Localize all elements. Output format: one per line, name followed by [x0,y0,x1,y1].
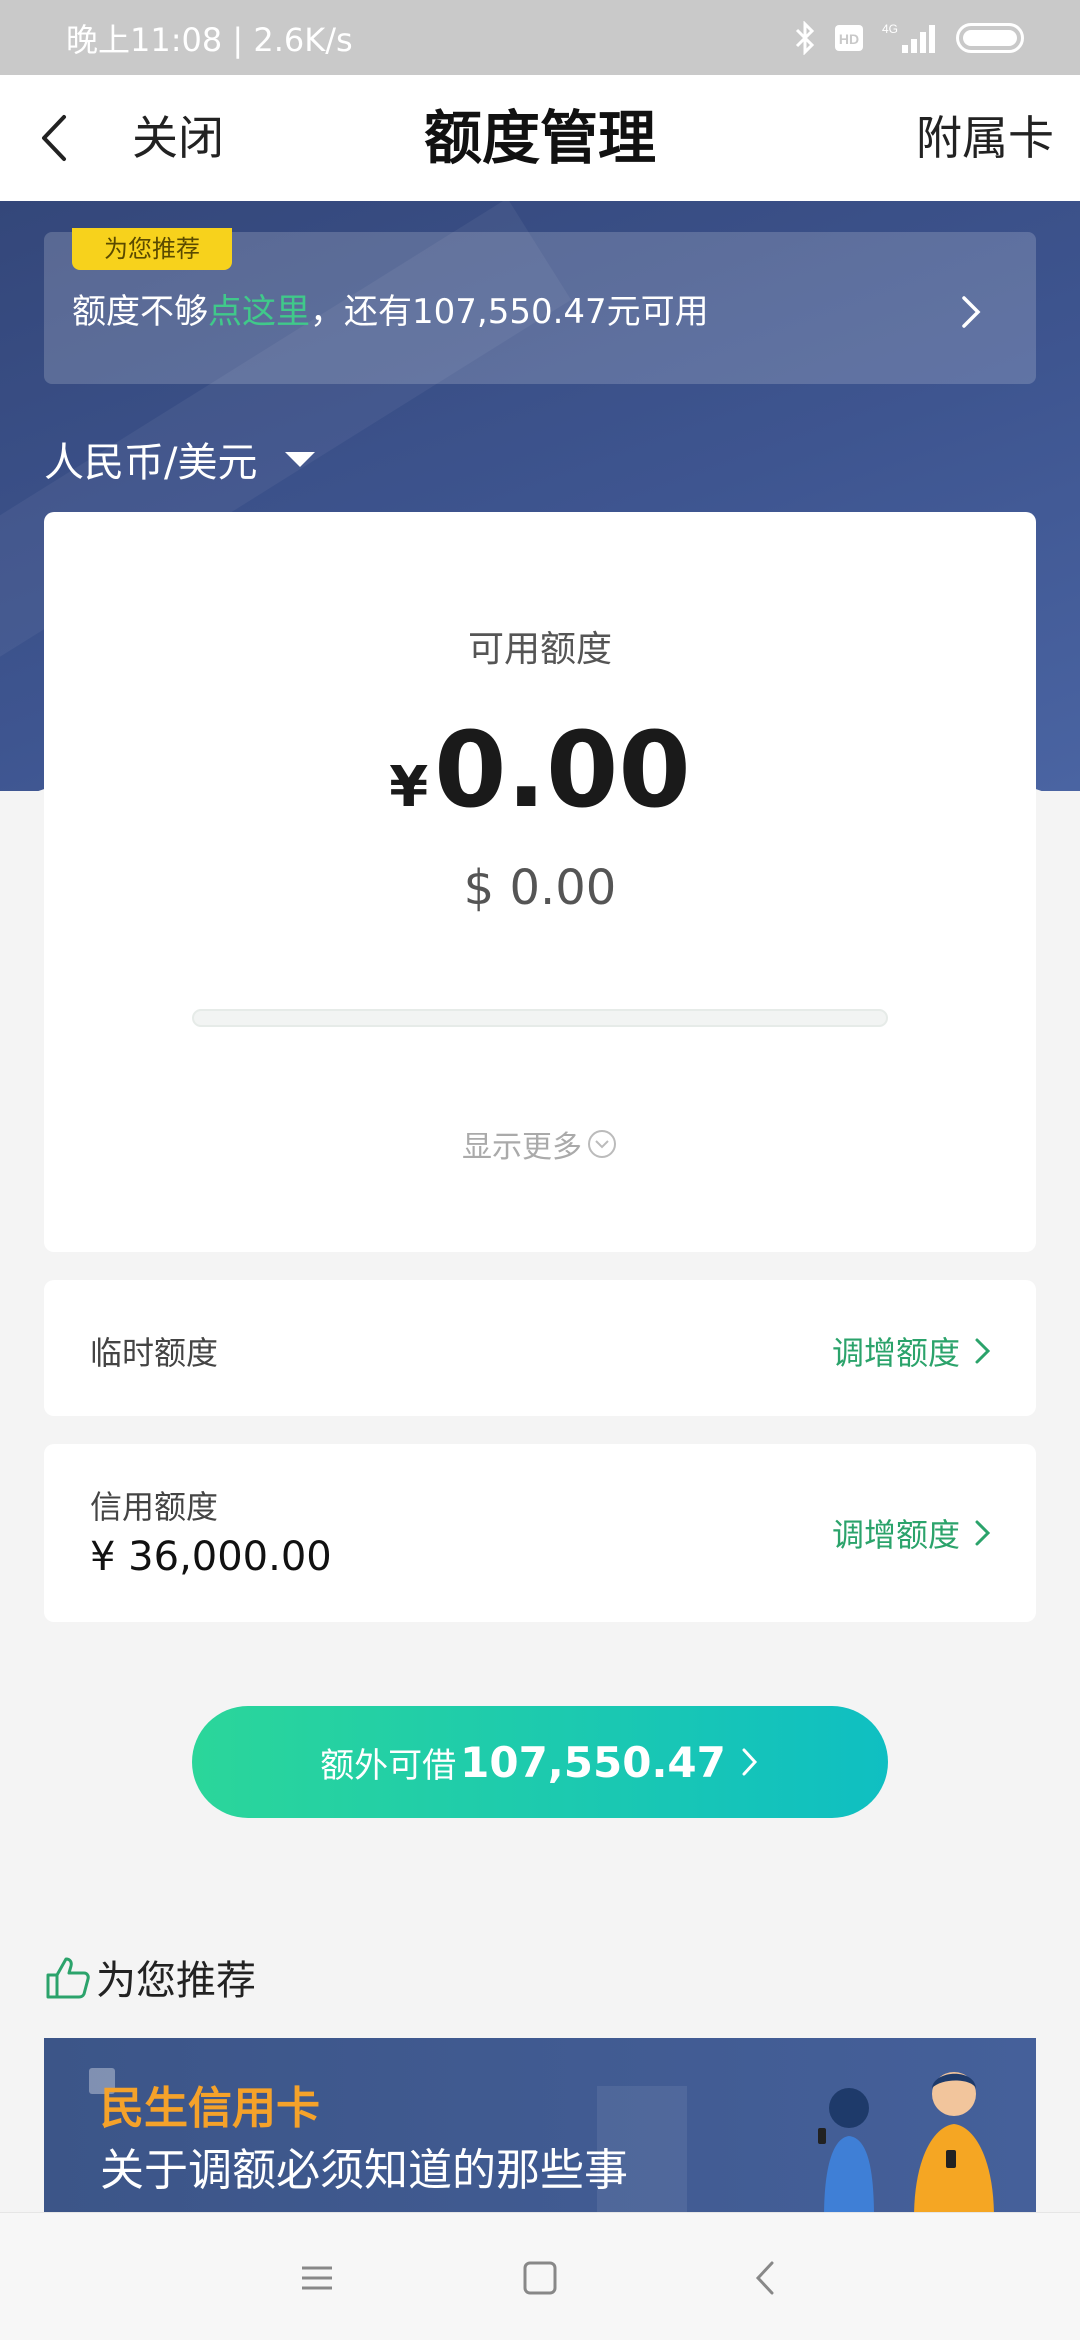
promo-text-before: 额度不够 [72,292,208,332]
available-limit-label: 可用额度 [467,629,612,670]
temporary-limit-row: 临时额度 调增额度 [44,1280,1036,1416]
battery-icon [956,22,1024,53]
chevron-right-icon [975,1520,991,1546]
recommend-badge: 为您推荐 [72,228,232,270]
chevron-down-circle-icon [588,1130,616,1158]
recommend-banner[interactable]: 民生信用卡 关于调额必须知道的那些事 [44,2038,1036,2212]
home-icon[interactable] [515,2253,565,2303]
extra-borrow-label: 额外可借 [320,1745,457,1786]
available-limit-amount: ¥0.00 [44,718,1036,851]
increase-credit-limit-button[interactable]: 调增额度 [832,1510,992,1556]
network-type-label: 4G [882,22,898,36]
caret-down-icon [285,451,316,467]
available-limit-value: 0.00 [434,709,691,831]
thumbs-up-icon [46,1957,90,1999]
menu-icon[interactable] [292,2253,342,2303]
limit-promo-banner[interactable]: 为您推荐 额度不够点这里，还有107,550.47元可用 [44,228,1036,384]
signal-icon: 4G [882,22,935,53]
status-bar: 晚上11:08 | 2.6K/s HD 4G [0,0,1080,75]
recommend-title-label: 为您推荐 [96,1958,256,2004]
banner-subtitle: 关于调额必须知道的那些事 [100,2145,628,2196]
credit-limit-label: 信用额度 [90,1488,219,1526]
temporary-limit-label: 临时额度 [90,1334,219,1372]
chevron-right-icon [742,1748,757,1776]
credit-limit-row: 信用额度 ¥ 36,000.00 调增额度 [44,1444,1036,1622]
svg-text:HD: HD [839,31,859,47]
promo-link[interactable]: 点这里 [208,292,310,332]
yen-symbol: ¥ [389,755,429,820]
status-icons: HD 4G [794,20,1024,55]
increase-limit-label: 调增额度 [831,1334,960,1372]
system-navigation-bar [0,2212,1080,2340]
extra-borrow-amount: 107,550.47 [460,1737,726,1787]
show-more-label: 显示更多 [462,1130,582,1165]
people-illustration-icon [818,2072,994,2212]
bluetooth-icon [795,20,815,55]
increase-limit-label: 调增额度 [831,1516,960,1554]
extra-borrow-button[interactable]: 额外可借 107,550.47 [192,1706,888,1818]
recommend-section-title: 为您推荐 [44,1948,256,2006]
usage-progress-bar [192,1009,888,1027]
status-time: 晚上11:08 | 2.6K/s [66,20,353,59]
credit-limit-value: ¥ 36,000.00 [90,1534,332,1580]
hd-icon: HD [835,24,863,51]
chevron-right-icon [962,296,981,328]
currency-selector-label: 人民币/美元 [44,440,258,486]
currency-selector[interactable]: 人民币/美元 [44,430,316,488]
chevron-right-icon [975,1338,991,1364]
show-more-toggle[interactable]: 显示更多 [44,1122,1036,1166]
navigation-bar: 关闭 额度管理 附属卡 [0,75,1080,201]
supplementary-card-button[interactable]: 附属卡 [916,75,1054,201]
available-limit-card: 可用额度 ¥0.00 $ 0.00 显示更多 [44,512,1036,1252]
usd-available-amount: $ 0.00 [463,860,617,916]
back-icon[interactable] [742,2253,792,2303]
banner-title: 民生信用卡 [100,2083,320,2134]
promo-text: 额度不够点这里，还有107,550.47元可用 [72,290,709,334]
increase-temporary-limit-button[interactable]: 调增额度 [832,1328,992,1374]
promo-text-after: ，还有107,550.47元可用 [310,292,709,332]
